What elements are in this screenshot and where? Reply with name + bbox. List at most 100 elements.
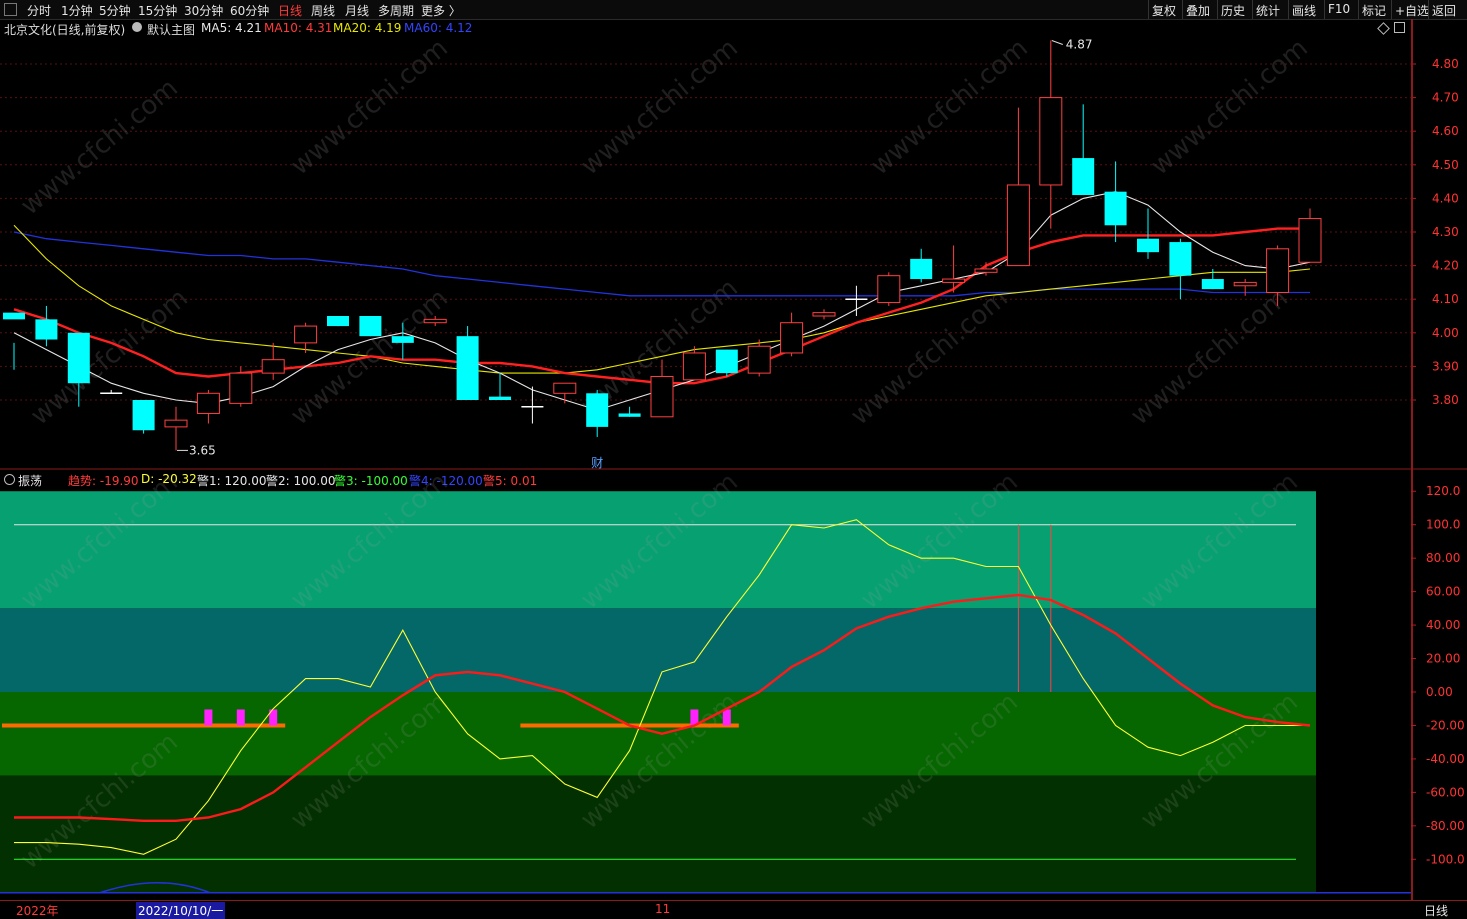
- tool-button[interactable]: 画线: [1292, 2, 1316, 19]
- candle-body: [618, 413, 641, 417]
- candle-body: [682, 352, 706, 381]
- indicator-toggle-icon[interactable]: [132, 22, 142, 32]
- toolbar-separator: [1252, 0, 1253, 19]
- stock-title: 北京文化(日线,前复权): [4, 23, 126, 37]
- collapse-icon[interactable]: [1394, 22, 1405, 33]
- candle-body: [456, 336, 479, 400]
- period-tab[interactable]: 1分钟: [61, 2, 93, 19]
- low-label: 3.65: [189, 443, 216, 457]
- price-tick-label: 4.30: [1432, 225, 1459, 239]
- candle-body: [974, 268, 998, 273]
- buy-marker: [236, 709, 245, 726]
- toolbar-separator: [1148, 0, 1149, 19]
- candle-body: [586, 393, 609, 427]
- price-tick-label: 4.00: [1432, 326, 1459, 340]
- candle-body: [780, 322, 804, 354]
- tool-button[interactable]: 标记: [1362, 2, 1386, 19]
- watermark-text: www.cfchi.com: [285, 36, 454, 181]
- ma-value: MA20: 4.19: [333, 21, 402, 35]
- candle-body: [261, 359, 285, 374]
- period-tab[interactable]: 月线: [345, 2, 369, 19]
- candle-body: [650, 375, 674, 418]
- candle-body: [164, 419, 188, 428]
- price-tick-label: 4.40: [1432, 191, 1459, 205]
- candle-body: [910, 258, 933, 280]
- candle-body: [359, 316, 382, 337]
- period-label[interactable]: 日线: [1424, 902, 1448, 919]
- price-tick-label: 4.10: [1432, 292, 1459, 306]
- price-tick-label: 4.50: [1432, 158, 1459, 172]
- osc-tick-label: 20.00: [1426, 652, 1460, 666]
- period-tab[interactable]: 日线: [278, 2, 302, 19]
- price-chart: 4.80 4.70 4.60 4.50 4.40 4.30 4.20 4.10 4.00 3.90…: [0, 36, 1467, 470]
- price-tick-label: 4.70: [1432, 91, 1459, 105]
- candle-body: [229, 372, 253, 404]
- period-tab[interactable]: 分时: [27, 2, 51, 19]
- period-tab[interactable]: 更多 〉: [421, 2, 461, 19]
- toolbar-separator: [1391, 0, 1392, 19]
- watermark-text: www.cfchi.com: [865, 36, 1034, 181]
- ma-value: MA60: 4.12: [404, 21, 473, 35]
- indicator-name[interactable]: 默认主图: [147, 21, 195, 37]
- osc-tick-label: -80.00: [1426, 819, 1465, 833]
- osc-tick-label: 60.00: [1426, 585, 1460, 599]
- osc-tick-label: 100.0: [1426, 518, 1460, 532]
- period-tab[interactable]: 多周期: [378, 2, 414, 19]
- cursor-date: 2022/10/10/一: [136, 902, 226, 919]
- candle-body: [1137, 238, 1159, 253]
- toolbar-corner-icon[interactable]: [4, 3, 17, 16]
- tool-button[interactable]: 统计: [1256, 2, 1280, 19]
- candle-body: [67, 332, 90, 384]
- watermark-text: www.cfchi.com: [1145, 36, 1314, 181]
- candle-body: [1072, 158, 1095, 196]
- period-tab[interactable]: 60分钟: [230, 2, 269, 19]
- osc-tick-label: 80.00: [1426, 551, 1460, 565]
- osc-tick-label: -60.00: [1426, 785, 1465, 799]
- period-tab[interactable]: 周线: [311, 2, 335, 19]
- period-tab[interactable]: 15分钟: [138, 2, 177, 19]
- toolbar-separator: [1358, 0, 1359, 19]
- osc-tick-label: -40.00: [1426, 752, 1465, 766]
- osc-tick-label: 40.00: [1426, 618, 1460, 632]
- price-tick-label: 4.20: [1432, 259, 1459, 273]
- candle-body: [1169, 242, 1192, 276]
- osc-tick-label: 120.0: [1426, 484, 1460, 498]
- price-tick-label: 3.80: [1432, 393, 1459, 407]
- period-tab[interactable]: 30分钟: [184, 2, 223, 19]
- ma-value: MA10: 4.31: [264, 21, 333, 35]
- candle-body: [747, 345, 771, 374]
- toolbar-separator: [1288, 0, 1289, 19]
- candle-body: [35, 319, 58, 340]
- oscillator-zone: [0, 775, 1316, 893]
- year-label: 2022年: [16, 904, 59, 918]
- price-tick-label: 3.90: [1432, 359, 1459, 373]
- candle-body: [1233, 281, 1257, 287]
- candle-body: [1039, 97, 1063, 186]
- candle-body: [327, 316, 349, 327]
- toolbar-separator: [1217, 0, 1218, 19]
- tool-button[interactable]: 叠加: [1186, 2, 1210, 19]
- watermark-text: www.cfchi.com: [575, 36, 744, 181]
- toolbar-separator: [1324, 0, 1325, 19]
- osc-tick-label: -100.0: [1426, 852, 1465, 866]
- diamond-icon[interactable]: [1377, 22, 1390, 35]
- candle-body: [715, 349, 738, 374]
- tool-button[interactable]: 历史: [1221, 2, 1245, 19]
- period-tab[interactable]: 5分钟: [99, 2, 131, 19]
- price-tick-label: 4.80: [1432, 57, 1459, 71]
- osc-tick-label: 0.00: [1426, 685, 1453, 699]
- price-tick-label: 4.60: [1432, 124, 1459, 138]
- tool-button[interactable]: +自选: [1395, 2, 1429, 19]
- candle-body: [423, 318, 447, 324]
- candle-body: [1104, 191, 1127, 226]
- oscillator-chart: 120.0 100.0 80.00 60.00 40.00 20.00 0.00 -20.00…: [0, 470, 1465, 894]
- buy-marker: [722, 709, 731, 726]
- candle-body: [812, 312, 836, 317]
- tool-button[interactable]: F10: [1328, 2, 1350, 16]
- oscillator-zone: [0, 608, 1316, 692]
- candle-body: [3, 312, 25, 320]
- watermark-text: www.cfchi.com: [15, 73, 184, 221]
- tool-button[interactable]: 复权: [1152, 2, 1176, 19]
- tool-button[interactable]: 返回: [1432, 2, 1456, 19]
- toolbar-separator: [1182, 0, 1183, 19]
